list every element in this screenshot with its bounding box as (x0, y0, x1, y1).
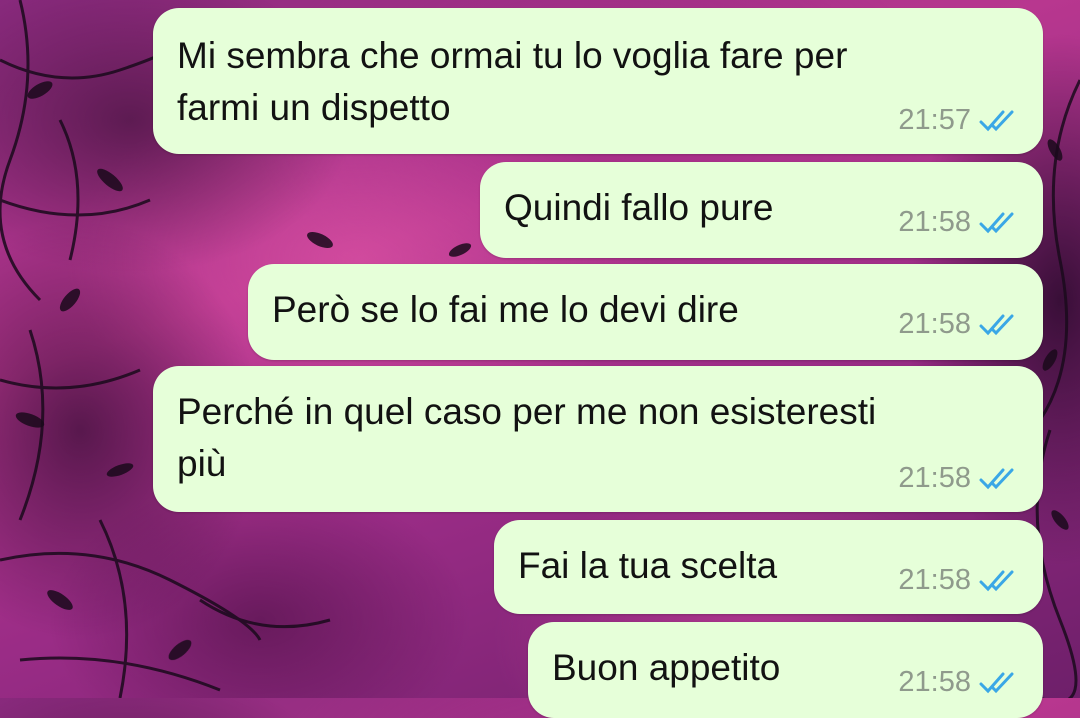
message-text: Fai la tua scelta (518, 545, 778, 586)
message-text: Mi sembra che ormai tu lo voglia fare pe… (177, 35, 848, 128)
message-time: 21:58 (898, 564, 971, 596)
double-check-icon (979, 314, 1014, 335)
message-bubble[interactable]: Perché in quel caso per me non esisteres… (153, 366, 1043, 512)
double-check-icon (979, 212, 1014, 233)
message-text: Perché in quel caso per me non esisteres… (177, 391, 877, 484)
message-meta: 21:57 (898, 104, 1019, 137)
message-time: 21:57 (898, 104, 971, 136)
message-meta: 21:58 (898, 206, 1019, 239)
message-text: Quindi fallo pure (504, 187, 774, 228)
double-check-icon (979, 570, 1014, 591)
double-check-icon (979, 110, 1014, 131)
message-bubble[interactable]: Però se lo fai me lo devi dire 21:58 (248, 264, 1043, 360)
double-check-icon (979, 672, 1014, 693)
message-text: Però se lo fai me lo devi dire (272, 289, 739, 330)
message-bubble[interactable]: Mi sembra che ormai tu lo voglia fare pe… (153, 8, 1043, 154)
message-meta: 21:58 (898, 308, 1019, 341)
chat-screen: { "messages": [ {"text": "Mi sembra che … (0, 0, 1080, 718)
message-time: 21:58 (898, 666, 971, 698)
message-time: 21:58 (898, 462, 971, 494)
message-bubble[interactable]: Quindi fallo pure 21:58 (480, 162, 1043, 258)
message-text: Buon appetito (552, 647, 781, 688)
message-bubble[interactable]: Fai la tua scelta 21:58 (494, 520, 1043, 614)
message-time: 21:58 (898, 206, 971, 238)
message-meta: 21:58 (898, 462, 1019, 495)
double-check-icon (979, 468, 1014, 489)
message-bubble[interactable]: Buon appetito 21:58 (528, 622, 1043, 718)
message-meta: 21:58 (898, 564, 1019, 597)
message-time: 21:58 (898, 308, 971, 340)
message-meta: 21:58 (898, 666, 1019, 699)
